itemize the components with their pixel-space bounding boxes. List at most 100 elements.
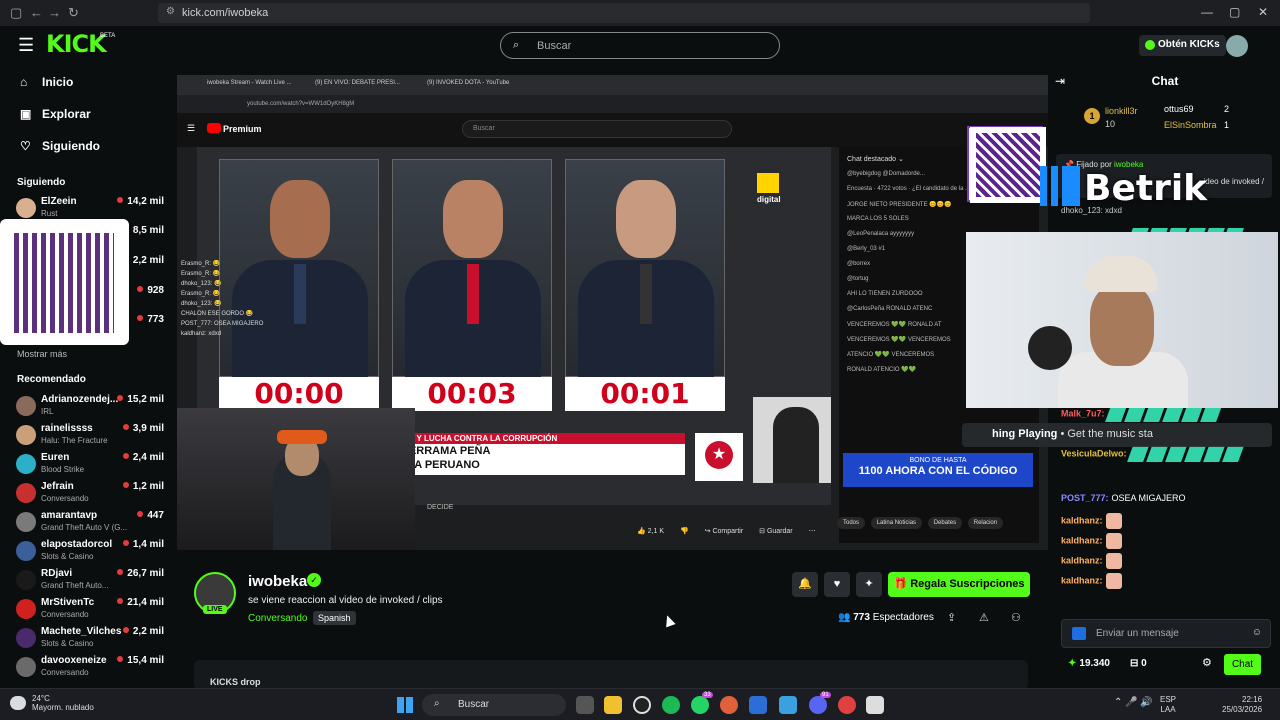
chat-username[interactable]: kaldhanz: <box>1061 515 1103 525</box>
recommended-channel[interactable]: Euren Blood Strike 2,4 mil <box>16 452 166 480</box>
follow-button[interactable]: ♥ <box>824 572 850 597</box>
chat-message[interactable]: kaldhanz: <box>1061 513 1122 529</box>
chat-username[interactable]: VesiculaDelwo: <box>1061 448 1127 458</box>
file-explorer-icon[interactable] <box>604 696 622 714</box>
discord-icon[interactable] <box>809 696 827 714</box>
channel-category: IRL <box>41 407 54 416</box>
sidebar-item-following[interactable]: ♡ Siguiendo <box>20 139 100 153</box>
language-tag[interactable]: Spanish <box>313 611 356 625</box>
search-icon: ⌕ <box>434 698 440 709</box>
gift-subs-button[interactable]: 🎁 Regala Suscripciones <box>888 572 1030 597</box>
chat-message-input[interactable]: Enviar un mensaje ☺ <box>1061 619 1271 648</box>
spotify-icon[interactable] <box>662 696 680 714</box>
app-icon[interactable] <box>720 696 738 714</box>
maximize-icon[interactable]: ▢ <box>1229 5 1240 19</box>
overlay-chat-line: dhoko_123: 😂 <box>181 281 222 287</box>
captured-tab: iwobeka Stream - Watch Live ... <box>207 80 292 86</box>
taskbar-search[interactable]: ⌕ Buscar <box>422 694 566 716</box>
leaderboard-count: 2 <box>1224 104 1230 114</box>
kicks-balance[interactable]: 19.340 <box>1068 658 1110 669</box>
chat-send-button[interactable]: Chat <box>1224 654 1261 675</box>
emote <box>1105 513 1122 529</box>
avatar <box>16 628 36 648</box>
input-language[interactable]: ESP LAA <box>1160 695 1176 715</box>
kicks-drop-panel[interactable]: KICKS drop <box>194 660 1028 690</box>
qr-pattern <box>14 233 114 333</box>
report-icon[interactable]: ⚠ <box>979 611 989 624</box>
recommended-channel[interactable]: Machete_Vilches Slots & Casino 2,2 mil <box>16 626 166 654</box>
avatar <box>16 425 36 445</box>
yt-chat-line: @LeoPenalaca ayyyyyyy <box>847 231 915 237</box>
chat-username[interactable]: kaldhanz: <box>1061 535 1103 545</box>
sidebar-item-home[interactable]: ⌂ Inicio <box>20 75 73 89</box>
sidebar-item-explore[interactable]: ▣ Explorar <box>20 107 91 121</box>
forward-icon[interactable]: → <box>48 5 61 20</box>
search-input[interactable]: ⌕ Buscar <box>500 32 780 59</box>
chat-username[interactable]: POST_777: <box>1061 493 1109 503</box>
user-options-icon[interactable]: ⚇ <box>1011 611 1021 624</box>
stream-category-link[interactable]: Conversando <box>248 613 307 624</box>
notification-bell-button[interactable]: 🔔 <box>792 572 818 597</box>
gift-icon: ⊟ <box>1130 658 1142 669</box>
recommended-channel[interactable]: davooxeneize Conversando 15,4 mil <box>16 655 166 683</box>
user-avatar[interactable] <box>1226 35 1248 57</box>
chat-username[interactable]: kaldhanz: <box>1061 575 1103 585</box>
recommended-channel[interactable]: elapostadorcol Slots & Casino 1,4 mil <box>16 539 166 567</box>
browser-menu-icon[interactable]: ▢ <box>10 5 22 21</box>
weather-widget[interactable]: 24°C Mayorm. nublado <box>10 694 94 712</box>
emote-picker-icon[interactable] <box>1072 627 1086 640</box>
yt-chat-line: @CarlosPeña RONALD ATENC <box>847 306 933 312</box>
chat-message[interactable]: kaldhanz: <box>1061 573 1122 589</box>
viewer-number: 773 <box>853 612 870 623</box>
menu-icon[interactable]: ☰ <box>18 35 34 56</box>
chat-message[interactable]: kaldhanz: <box>1061 533 1122 549</box>
address-bar[interactable]: ⚙ kick.com/iwobeka <box>158 3 1090 23</box>
whatsapp-icon[interactable] <box>691 696 709 714</box>
chat-username[interactable]: kaldhanz: <box>1061 555 1103 565</box>
chat-message[interactable]: Malk_7u7: <box>1061 406 1222 422</box>
chat-username[interactable]: Malk_7u7: <box>1061 408 1105 418</box>
channel-category: Rust <box>41 209 58 218</box>
channel-name[interactable]: iwobeka <box>248 573 307 590</box>
kick-logo[interactable]: KICK <box>46 30 107 58</box>
minimize-icon[interactable]: — <box>1201 5 1213 19</box>
leaderboard-entry[interactable]: 1 <box>1084 106 1100 124</box>
back-icon[interactable]: ← <box>30 5 43 20</box>
start-button[interactable] <box>397 697 413 713</box>
recommended-channel[interactable]: MrStivenTc Conversando 21,4 mil <box>16 597 166 625</box>
heart-icon: ♥ <box>833 578 841 590</box>
captured-url: youtube.com/watch?v=WW1dOyKH8gM <box>177 95 1048 113</box>
get-kicks-button[interactable]: Obtén KICKs <box>1139 35 1226 56</box>
app-icon[interactable] <box>866 696 884 714</box>
show-more-link[interactable]: Mostrar más <box>17 349 67 359</box>
clock[interactable]: 22:16 25/03/2026 <box>1222 695 1262 715</box>
recommended-channel[interactable]: Adrianozendej... IRL 15,2 mil <box>16 394 166 422</box>
avatar <box>16 541 36 561</box>
video-player[interactable]: iwobeka Stream - Watch Live ... (9) EN V… <box>177 75 1048 550</box>
viewer-count: 👥 773 Espectadores <box>838 612 934 623</box>
gift-button[interactable]: ✦ <box>856 572 882 597</box>
recommended-channel[interactable]: rainelissss Halu: The Fracture 3,9 mil <box>16 423 166 451</box>
reload-icon[interactable]: ↻ <box>68 5 79 21</box>
obs-icon[interactable] <box>633 696 651 714</box>
site-info-icon[interactable]: ⚙ <box>166 6 175 17</box>
chat-settings-icon[interactable]: ⚙ <box>1202 656 1212 669</box>
recommended-channel[interactable]: Jefrain Conversando 1,2 mil <box>16 481 166 509</box>
chat-message[interactable]: kaldhanz: <box>1061 553 1122 569</box>
recommended-channel[interactable]: amarantavp Grand Theft Auto V (G... 447 <box>16 510 166 538</box>
close-icon[interactable]: ✕ <box>1258 5 1268 19</box>
recommended-channel[interactable]: RDjavi Grand Theft Auto... 26,7 mil <box>16 568 166 596</box>
chat-message[interactable]: POST_777: OSEA MIGAJERO <box>1061 493 1186 503</box>
share-icon[interactable]: ⇪ <box>947 611 956 624</box>
overlay-chat-line: Erasmo_R: 😂 <box>181 261 221 267</box>
system-tray-icons[interactable]: ⌃ 🎤 🔊 <box>1114 697 1153 708</box>
beta-badge: BETA <box>100 33 116 39</box>
viewer-count: 26,7 mil <box>117 568 164 579</box>
subs-count[interactable]: ⊟ 0 <box>1130 658 1147 669</box>
notepad-icon[interactable] <box>779 696 797 714</box>
emoji-icon[interactable]: ☺ <box>1252 627 1262 638</box>
app-icon[interactable] <box>749 696 767 714</box>
chat-message[interactable]: VesiculaDelwo: <box>1061 446 1244 462</box>
task-view-icon[interactable] <box>576 696 594 714</box>
chrome-icon[interactable] <box>838 696 856 714</box>
